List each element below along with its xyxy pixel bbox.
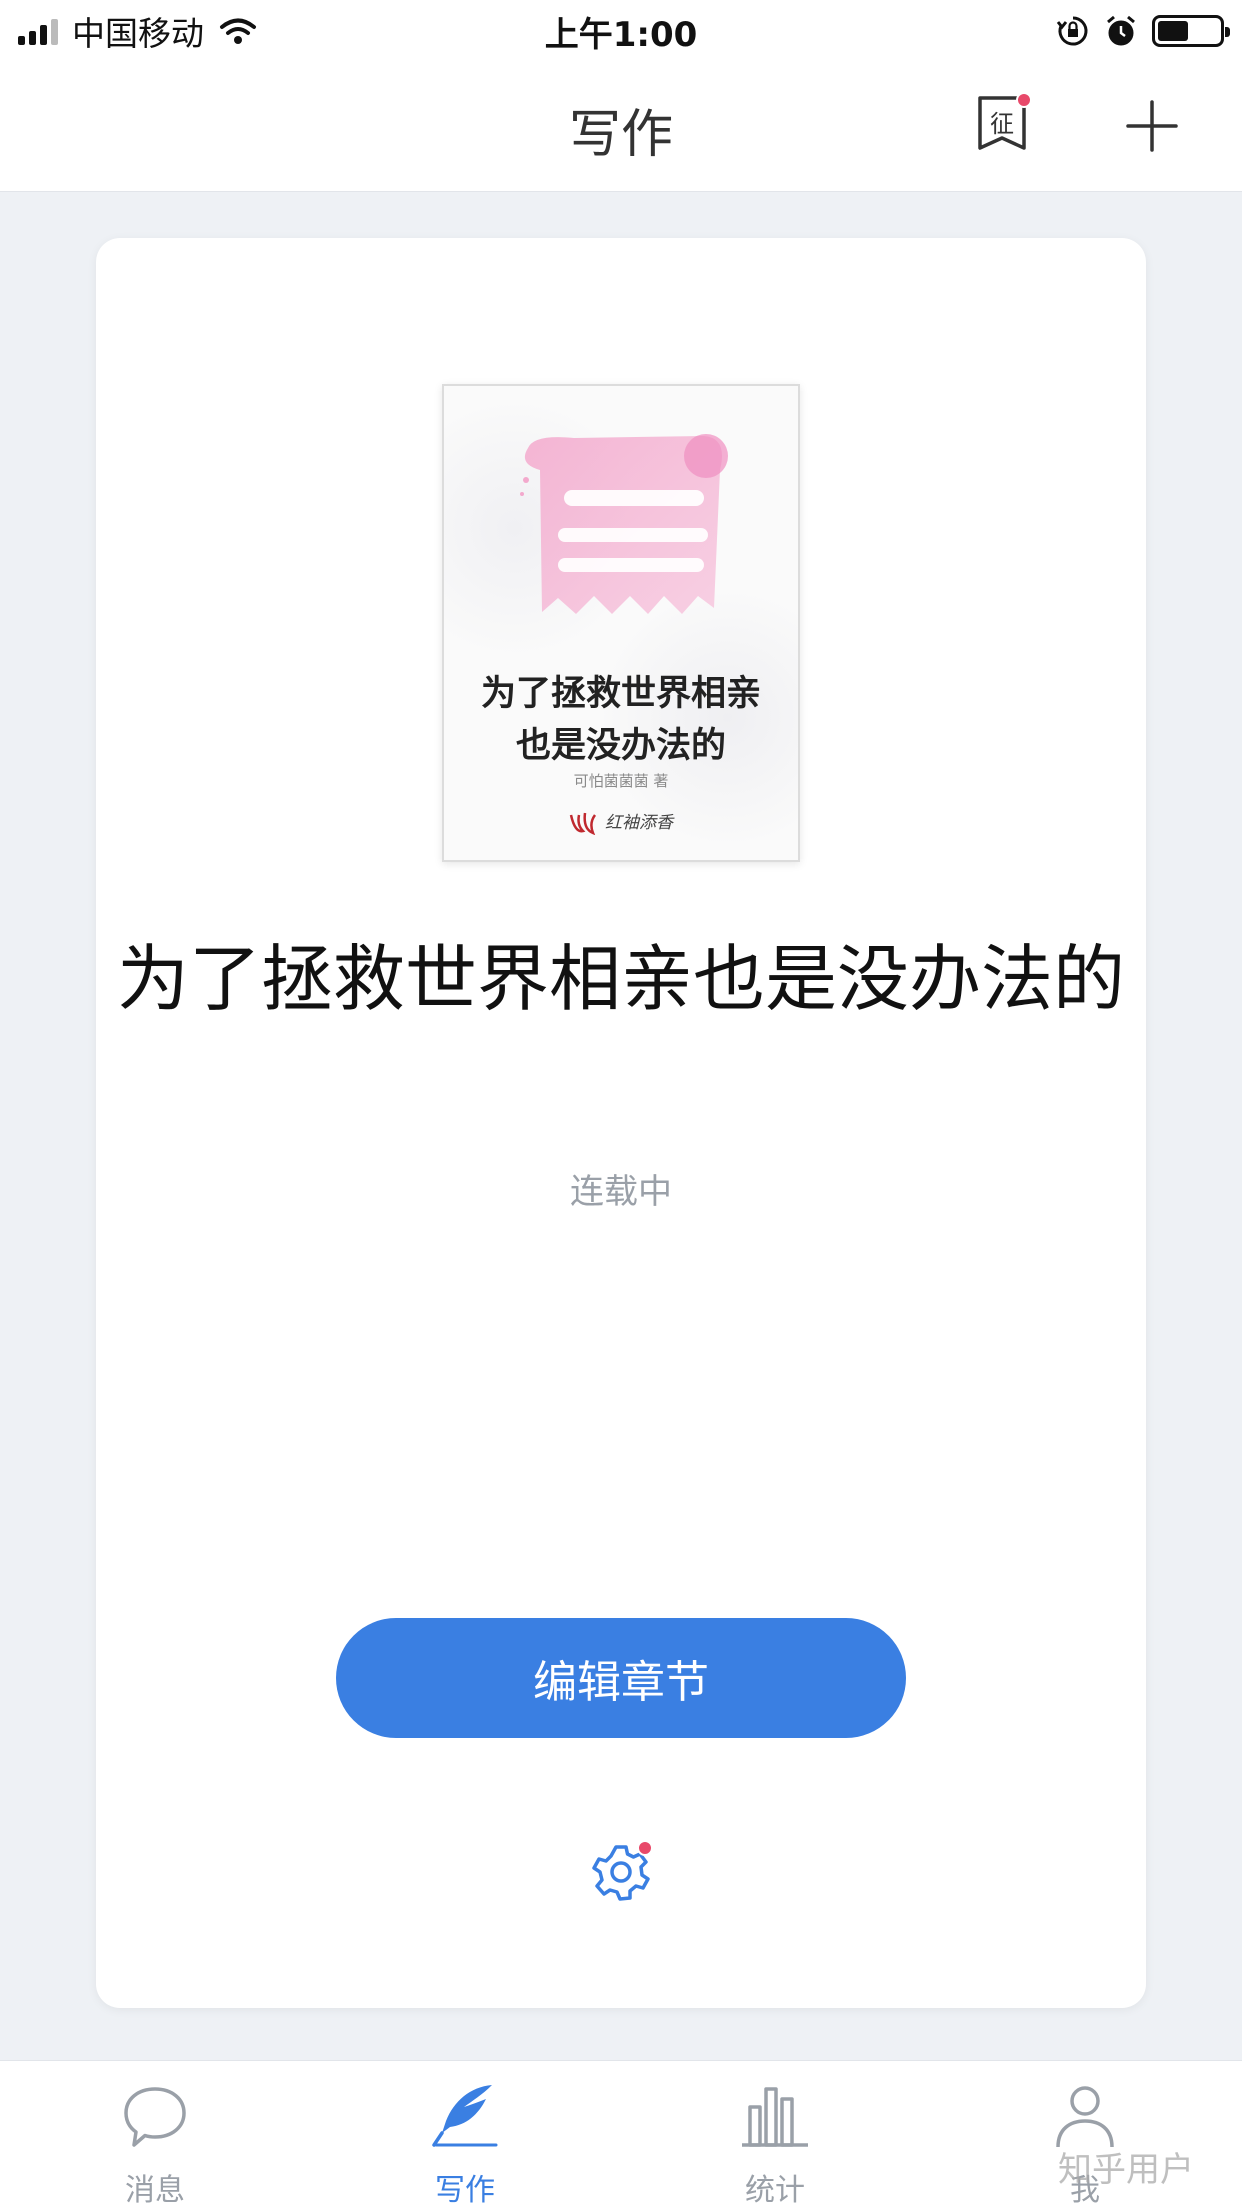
- plus-icon: [1126, 100, 1178, 152]
- cover-publisher-row: 红袖添香: [444, 808, 798, 835]
- cover-title: 为了拯救世界相亲 也是没办法的: [454, 668, 788, 772]
- publisher-logo-icon: [569, 812, 597, 835]
- book-card: 为了拯救世界相亲 也是没办法的 可怕菌菌菌 著 红袖添香 为了拯救世界相亲也是没…: [96, 238, 1146, 2008]
- nav-bar: 写作 征: [0, 62, 1242, 192]
- rotation-lock-icon: [1056, 16, 1088, 46]
- tab-label-messages: 消息: [125, 2173, 185, 2208]
- tab-label-writing: 写作: [435, 2173, 495, 2208]
- bar-chart-icon: [742, 2087, 808, 2147]
- cover-publisher: 红袖添香: [605, 813, 673, 833]
- notification-dot: [1016, 92, 1032, 108]
- status-right: [1056, 14, 1230, 48]
- wifi-icon: [220, 18, 256, 44]
- alarm-icon: [1107, 15, 1135, 46]
- contest-button[interactable]: 征: [974, 92, 1034, 160]
- tab-statistics[interactable]: 统计: [675, 2061, 875, 2208]
- cover-title-line2: 也是没办法的: [515, 725, 726, 766]
- cover-title-line1: 为了拯救世界相亲: [480, 673, 761, 714]
- tab-label-statistics: 统计: [745, 2173, 805, 2208]
- status-left: 中国移动: [18, 7, 258, 55]
- battery-icon: [1152, 15, 1230, 47]
- tab-writing[interactable]: 写作: [365, 2061, 565, 2208]
- cover-author: 可怕菌菌菌 著: [573, 772, 669, 790]
- edit-chapters-button[interactable]: 编辑章节: [336, 1618, 906, 1738]
- tab-messages[interactable]: 消息: [55, 2061, 255, 2208]
- screen: 中国移动 上午1:00 写作 征 为了拯救世界相亲 也是没办法的 可怕菌菌菌 著…: [0, 0, 1242, 2208]
- battery-level: [1158, 21, 1188, 41]
- book-cover[interactable]: 为了拯救世界相亲 也是没办法的 可怕菌菌菌 著 红袖添香: [442, 384, 800, 862]
- chat-bubble-icon: [124, 2087, 186, 2147]
- status-bar: 中国移动 上午1:00: [0, 0, 1242, 62]
- watermark: 知乎用户: [1058, 2150, 1194, 2190]
- book-title: 为了拯救世界相亲也是没办法的: [116, 937, 1125, 1021]
- page-title: 写作: [568, 105, 673, 165]
- svg-text:征: 征: [990, 110, 1014, 138]
- add-button[interactable]: [1124, 98, 1180, 154]
- tab-bar: 消息 写作 统计 我: [0, 2060, 1242, 2208]
- scroll-illustration: [520, 434, 728, 614]
- signal-icon: [18, 17, 58, 45]
- settings-notification-dot: [637, 1840, 653, 1856]
- person-icon: [1056, 2086, 1114, 2148]
- settings-button[interactable]: [589, 1838, 653, 1902]
- quill-icon: [432, 2085, 498, 2147]
- carrier-name: 中国移动: [72, 14, 204, 53]
- book-status: 连载中: [570, 1172, 672, 1212]
